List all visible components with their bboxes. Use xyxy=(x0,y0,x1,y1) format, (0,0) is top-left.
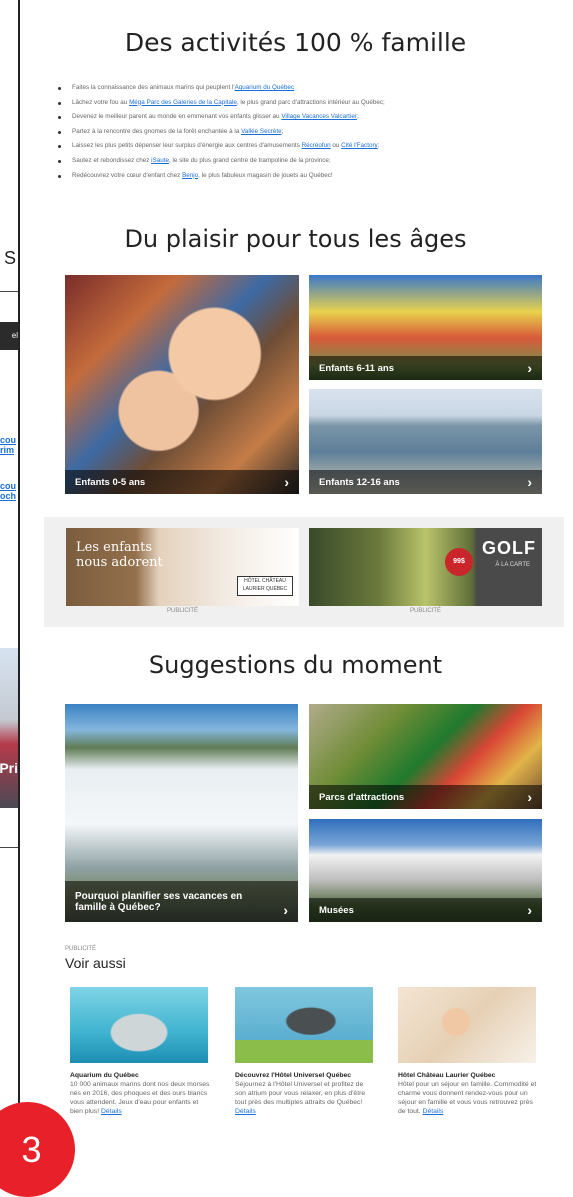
tile-caption: Enfants 12-16 ans › xyxy=(309,470,542,494)
card-aquarium[interactable]: Aquarium du Québec 10 000 animaux marins… xyxy=(70,987,210,1116)
left-page-fragment: S el cou rim cou och Pri xyxy=(0,0,18,1165)
card-title: Découvrez l'Hôtel Universel Québec xyxy=(235,1072,352,1079)
link-vallee-secrete[interactable]: Vallée Secrète xyxy=(241,128,282,135)
link-valcartier[interactable]: Village Vacances Valcartier xyxy=(281,113,357,120)
card-image[interactable] xyxy=(70,987,208,1063)
list-item: Devenez le meilleur parent au monde en e… xyxy=(58,110,538,125)
list-item: Redécouvrez votre cœur d'enfant chez Ben… xyxy=(58,169,538,184)
card-description: Hôtel pour un séjour en famille. Commodi… xyxy=(398,1081,537,1115)
card-image[interactable] xyxy=(398,987,536,1063)
left-fragment-letter: S xyxy=(4,248,17,268)
card-description: Séjournez à l'Hôtel Universel et profite… xyxy=(235,1081,366,1115)
activities-list: Faites la connaissance des animaux marin… xyxy=(58,81,538,183)
chevron-right-icon: › xyxy=(527,360,532,376)
list-item: Partez à la rencontre des gnomes de la f… xyxy=(58,125,538,140)
tile-parcs-attractions[interactable]: Parcs d'attractions › xyxy=(309,704,542,809)
card-description: 10 000 animaux marins dont nos deux mors… xyxy=(70,1081,210,1115)
ad-golf[interactable]: 99$ GOLF À LA CARTE xyxy=(309,528,542,606)
tile-enfants-6-11[interactable]: Enfants 6-11 ans › xyxy=(309,275,542,380)
link-benjo[interactable]: Benjo xyxy=(182,172,198,179)
left-dark-chip[interactable]: el xyxy=(0,322,18,350)
tile-enfants-0-5[interactable]: Enfants 0-5 ans › xyxy=(65,275,299,494)
card-image[interactable] xyxy=(235,987,373,1063)
details-link[interactable]: Détails xyxy=(101,1108,122,1115)
tile-pourquoi-quebec[interactable]: Pourquoi planifier ses vacances en famil… xyxy=(65,704,298,922)
ad-label: PUBLICITÉ xyxy=(65,946,97,952)
link-isaute[interactable]: iSaute xyxy=(151,157,169,164)
chevron-right-icon: › xyxy=(527,902,532,918)
left-photo[interactable]: Pri xyxy=(0,648,18,808)
left-link-3[interactable]: cou xyxy=(0,481,16,491)
left-link-1[interactable]: cou xyxy=(0,435,16,445)
list-item: Laissez les plus petits dépenser leur su… xyxy=(58,139,538,154)
card-title: Aquarium du Québec xyxy=(70,1072,139,1079)
ad-headline: Les enfants nous adorent xyxy=(76,540,163,570)
hotel-logo: HÔTEL CHÂTEAU LAURIER QUÉBEC xyxy=(237,576,293,596)
list-item: Lâchez votre fou au Méga Parc des Galeri… xyxy=(58,96,538,111)
card-hotel-universel[interactable]: Découvrez l'Hôtel Universel Québec Séjou… xyxy=(235,987,375,1116)
link-cite-factory[interactable]: Cité l'Factory xyxy=(341,142,378,149)
chevron-right-icon: › xyxy=(284,474,289,490)
chevron-right-icon: › xyxy=(283,902,288,918)
section-title-suggestions: Suggestions du moment xyxy=(148,651,443,679)
tile-caption: Parcs d'attractions › xyxy=(309,785,542,809)
link-aquarium[interactable]: Aquarium du Québec xyxy=(235,84,295,91)
ad-golf-subtitle: À LA CARTE xyxy=(495,562,530,568)
card-chateau-laurier[interactable]: Hôtel Château Laurier Québec Hôtel pour … xyxy=(398,987,538,1116)
left-link-4[interactable]: och xyxy=(0,491,16,501)
ad-label: PUBLICITÉ xyxy=(166,608,198,614)
chevron-right-icon: › xyxy=(527,789,532,805)
details-link[interactable]: Détails xyxy=(423,1108,444,1115)
list-item: Faites la connaissance des animaux marin… xyxy=(58,81,538,96)
left-divider xyxy=(0,291,18,292)
tile-caption: Pourquoi planifier ses vacances en famil… xyxy=(65,881,298,922)
card-title: Hôtel Château Laurier Québec xyxy=(398,1072,496,1079)
left-divider-2 xyxy=(0,847,18,848)
ad-label: PUBLICITÉ xyxy=(409,608,441,614)
left-link-2[interactable]: rim xyxy=(0,445,14,455)
chevron-right-icon: › xyxy=(527,474,532,490)
list-item: Sautez et rebondissez chez iSaute, le si… xyxy=(58,154,538,169)
ad-golf-title: GOLF xyxy=(482,538,536,558)
ad-chateau-laurier[interactable]: Les enfants nous adorent HÔTEL CHÂTEAU L… xyxy=(66,528,299,606)
details-link[interactable]: Détails xyxy=(235,1108,256,1115)
section-title-ages: Du plaisir pour tous les âges xyxy=(124,225,467,253)
price-badge: 99$ xyxy=(445,548,473,576)
tile-caption: Enfants 0-5 ans › xyxy=(65,470,299,494)
link-recreofun[interactable]: Récréofun xyxy=(302,142,331,149)
see-also-title: Voir aussi xyxy=(65,955,126,971)
section-title-activities: Des activités 100 % famille xyxy=(124,28,467,57)
tile-musees[interactable]: Musées › xyxy=(309,819,542,922)
tile-caption: Enfants 6-11 ans › xyxy=(309,356,542,380)
tile-caption: Musées › xyxy=(309,898,542,922)
link-mega-parc[interactable]: Méga Parc des Galeries de la Capitale xyxy=(129,99,237,106)
tile-enfants-12-16[interactable]: Enfants 12-16 ans › xyxy=(309,389,542,494)
